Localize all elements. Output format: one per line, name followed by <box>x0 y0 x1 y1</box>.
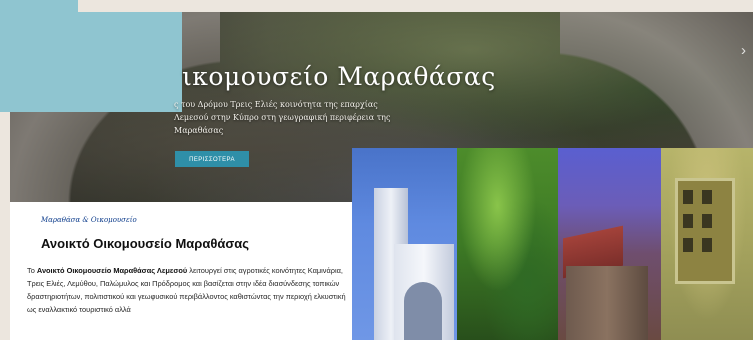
window-pane <box>702 214 712 228</box>
window-pane <box>683 238 693 252</box>
breadcrumb[interactable]: Μαραθάσα & Οικομουσείο <box>41 216 137 224</box>
logo-panel-top <box>0 0 78 12</box>
body-intro: Το <box>27 266 37 275</box>
window-pane <box>683 190 693 204</box>
top-band <box>0 0 753 12</box>
hero-title: ικομουσείο Μαραθάσας <box>182 62 496 91</box>
window-pane <box>702 190 712 204</box>
stone-church-wall <box>566 266 648 340</box>
church-arch <box>404 282 442 340</box>
chevron-right-icon[interactable]: › <box>741 42 746 59</box>
window-pane <box>702 238 712 252</box>
section-body: Το Ανοικτό Οικομουσείο Μαραθάσας Λεμεσού… <box>27 264 349 316</box>
gallery-photo-forest[interactable] <box>457 148 558 340</box>
body-bold: Ανοικτό Οικομουσείο Μαραθάσας Λεμεσού <box>36 266 188 275</box>
hero-description: ς του Δρόμου Τρεις Ελιές κοινότητα της ε… <box>174 100 391 135</box>
window-pane <box>683 214 693 228</box>
more-button[interactable]: ΠΕΡΙΣΣΟΤΕΡΑ <box>175 151 249 167</box>
section-title: Ανοικτό Οικομουσείο Μαραθάσας <box>41 236 249 251</box>
logo-panel <box>0 12 182 112</box>
